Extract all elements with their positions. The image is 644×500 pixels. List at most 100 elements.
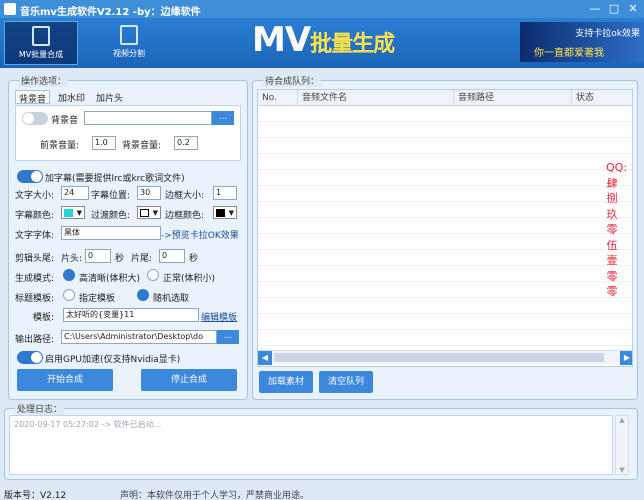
border-color-label: 边框颜色: <box>165 211 205 221</box>
head-label: 片头: <box>61 254 83 264</box>
tail-input[interactable]: 0 <box>159 249 185 263</box>
maximize-button[interactable]: □ <box>605 1 623 17</box>
template-fixed-radio[interactable] <box>63 289 75 301</box>
mode-hd-label: 高清晰(体积大) <box>79 274 141 284</box>
tab-bg-music[interactable]: 背景音 <box>15 90 51 105</box>
scroll-down-icon[interactable]: ▼ <box>616 466 628 474</box>
app-icon <box>4 3 16 15</box>
font-size-label: 文字大小: <box>15 191 55 201</box>
tab-intro[interactable]: 加片头 <box>93 90 126 104</box>
mode-label: 生成模式: <box>15 274 55 284</box>
logo-sub: 批量生成 <box>310 32 395 57</box>
minimize-button[interactable]: — <box>586 1 604 17</box>
load-materials-button[interactable]: 加载素材 <box>259 371 313 393</box>
log-legend: 处理日志： <box>15 402 65 415</box>
bg-music-group: 背景音 ... 前景音量: 1.0 背景音量: 0.2 <box>15 105 241 161</box>
scroll-left-icon[interactable]: ◀ <box>258 351 272 365</box>
template-label: 模板: <box>33 313 55 323</box>
stop-button[interactable]: 停止合成 <box>141 369 237 391</box>
col-status[interactable]: 状态 <box>572 90 632 106</box>
options-panel: 操作选项： 背景音 加水印 加片头 背景音 ... 前景音量: 1.0 背景音量… <box>8 74 248 400</box>
col-no[interactable]: No. <box>258 90 298 106</box>
fg-vol-label: 前景音量: <box>40 141 80 151</box>
template-select[interactable]: 太好听的{变量}11 <box>63 308 199 322</box>
status-bar: 版本号：V2.12 声明：本软件仅用于个人学习，严禁商业用途。 <box>0 486 644 500</box>
fade-color-picker[interactable]: ▼ <box>137 206 161 219</box>
queue-header: No. 音频文件名 音频路径 状态 <box>258 90 632 106</box>
bg-music-label: 背景音 <box>51 116 79 126</box>
bg-vol-input[interactable]: 0.2 <box>174 136 198 150</box>
logo-main: MV <box>252 20 311 60</box>
scroll-right-icon[interactable]: ▶ <box>620 351 632 365</box>
bg-music-browse[interactable]: ... <box>212 111 234 125</box>
video-edit-icon <box>32 26 50 46</box>
nav-label: 视频分割 <box>113 49 145 58</box>
gpu-toggle[interactable] <box>17 351 43 364</box>
mode-normal-radio[interactable] <box>147 269 159 281</box>
head-input[interactable]: 0 <box>85 249 111 263</box>
nav-mv-batch[interactable]: MV批量合成 <box>4 21 78 65</box>
qq-contact-text: QQ:肆捌玖零伍壹零零 <box>606 161 628 298</box>
clear-queue-button[interactable]: 清空队列 <box>319 371 373 393</box>
tab-watermark[interactable]: 加水印 <box>55 90 88 104</box>
nav-video-split[interactable]: 视频分割 <box>92 21 166 65</box>
window-title: 音乐mv生成软件V2.12 -by：边缘软件 <box>20 7 201 18</box>
template-fixed-label: 指定模板 <box>79 294 116 304</box>
close-button[interactable]: ✕ <box>624 1 642 17</box>
options-tabs: 背景音 加水印 加片头 <box>15 90 241 105</box>
queue-panel: 待合成队列： No. 音频文件名 音频路径 状态 ◀ ▶ 加载素材 清空队列 <box>252 74 638 400</box>
queue-hscrollbar[interactable]: ◀ ▶ <box>258 350 632 365</box>
output-path-input[interactable]: C:\Users\Administrator\Desktop\do <box>61 330 217 344</box>
scroll-up-icon[interactable]: ▲ <box>616 416 628 424</box>
font-size-input[interactable]: 24 <box>61 186 89 200</box>
queue-table[interactable]: No. 音频文件名 音频路径 状态 ◀ ▶ <box>257 89 633 367</box>
scroll-thumb[interactable] <box>274 353 604 362</box>
template-random-radio[interactable] <box>137 289 149 301</box>
col-filename[interactable]: 音频文件名 <box>298 90 454 106</box>
queue-legend: 待合成队列： <box>263 74 322 87</box>
output-label: 输出路径: <box>15 335 55 345</box>
font-family-label: 文字字体: <box>15 231 55 241</box>
tail-label: 片尾: <box>131 254 153 264</box>
queue-rows <box>258 106 632 350</box>
bg-music-path[interactable] <box>84 111 212 125</box>
subtitle-label: 加字幕(需要提供lrc或krc歌词文件) <box>45 174 185 184</box>
border-size-input[interactable]: 1 <box>213 186 237 200</box>
film-split-icon <box>120 25 138 45</box>
bg-music-toggle[interactable] <box>22 112 48 125</box>
promo-banner: 支持卡拉ok效果 你一直都爱著我 <box>520 22 644 62</box>
subtitle-toggle[interactable] <box>17 170 43 183</box>
version-text: 版本号：V2.12 <box>4 491 67 500</box>
fade-color-label: 过渡颜色: <box>91 211 131 221</box>
sub-color-picker[interactable]: ▼ <box>61 206 85 219</box>
border-size-label: 边框大小: <box>165 191 205 201</box>
sub-color-label: 字幕颜色: <box>15 211 55 221</box>
col-path[interactable]: 音频路径 <box>454 90 572 106</box>
output-browse-button[interactable]: ... <box>217 330 239 344</box>
mode-hd-radio[interactable] <box>63 269 75 281</box>
fg-vol-input[interactable]: 1.0 <box>92 136 116 150</box>
banner-line2: 你一直都爱著我 <box>534 48 604 59</box>
log-scrollbar[interactable]: ▲ ▼ <box>615 415 629 475</box>
border-color-picker[interactable]: ▼ <box>213 206 237 219</box>
mode-normal-label: 正常(体积小) <box>163 274 216 284</box>
app-logo: MV批量生成 <box>252 20 395 60</box>
sub-pos-input[interactable]: 30 <box>137 186 161 200</box>
tail-unit: 秒 <box>189 254 199 264</box>
notice-text: 声明：本软件仅用于个人学习，严禁商业用途。 <box>120 491 310 500</box>
sub-pos-label: 字幕位置: <box>91 191 131 201</box>
log-entry: 2020-09-17 05:27:02 -> 软件已启动... <box>14 420 162 429</box>
start-button[interactable]: 开始合成 <box>17 369 113 391</box>
head-unit: 秒 <box>115 254 125 264</box>
log-area[interactable]: 2020-09-17 05:27:02 -> 软件已启动... <box>9 415 613 475</box>
title-bar: 音乐mv生成软件V2.12 -by：边缘软件 — □ ✕ <box>0 0 644 18</box>
banner-line1: 支持卡拉ok效果 <box>575 29 640 39</box>
trim-label: 剪辑头尾: <box>15 254 55 264</box>
nav-label: MV批量合成 <box>18 50 64 59</box>
log-panel: 处理日志： 2020-09-17 05:27:02 -> 软件已启动... ▲ … <box>4 402 638 480</box>
template-random-label: 随机选取 <box>153 294 190 304</box>
edit-template-link[interactable]: 编辑模板 <box>201 310 237 323</box>
karaoke-preview-link[interactable]: ->预览卡拉OK效果 <box>161 228 239 241</box>
gpu-label: 启用GPU加速(仅支持Nvidia显卡) <box>45 355 181 365</box>
font-family-select[interactable]: 黑体 <box>61 226 161 240</box>
